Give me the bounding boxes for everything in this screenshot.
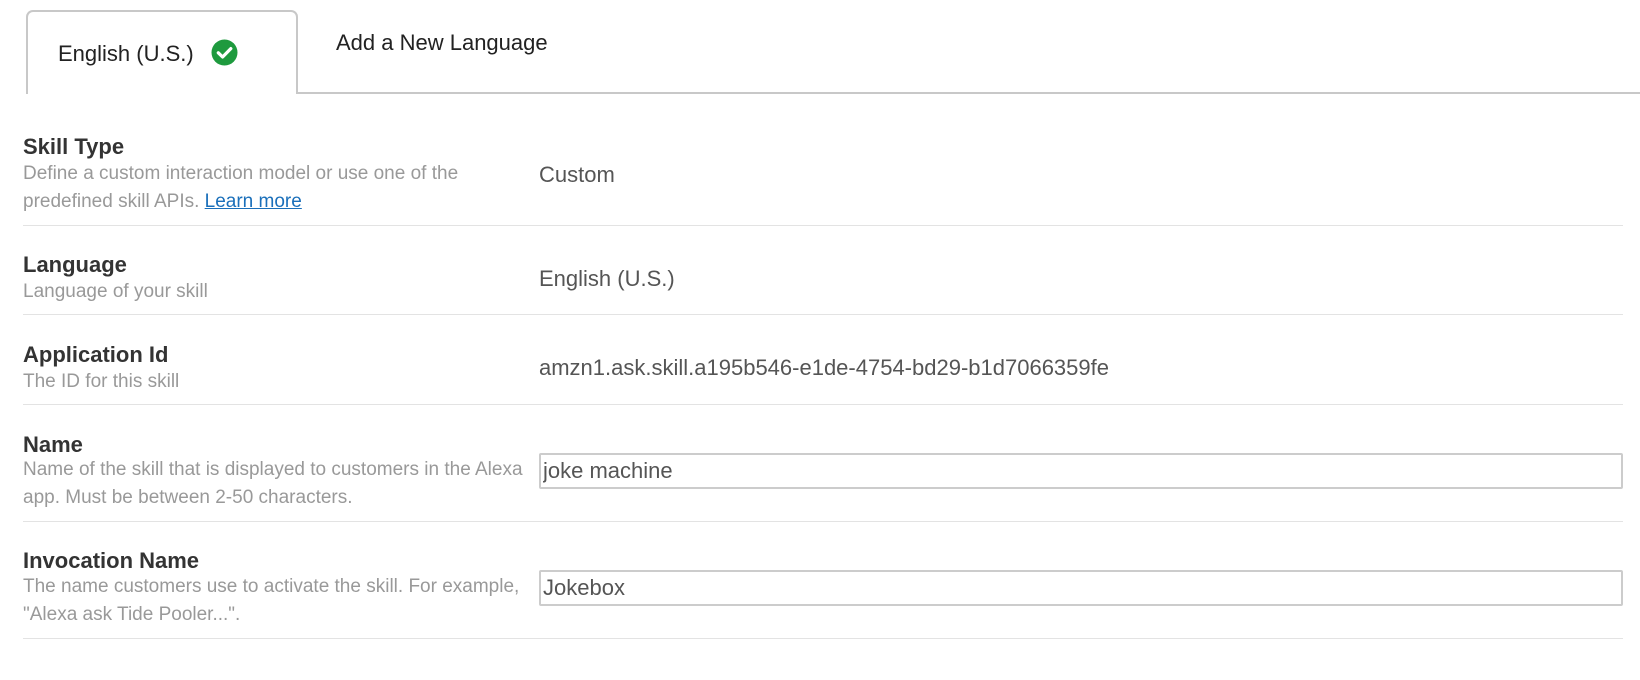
language-value: English (U.S.) — [539, 266, 675, 291]
skill-type-title: Skill Type — [23, 134, 125, 159]
name-input[interactable] — [539, 453, 1623, 489]
application-id-row: Application Id The ID for this skill amz… — [23, 315, 1623, 405]
application-id-title: Application Id — [23, 342, 169, 367]
tab-english-us[interactable]: English (U.S.) — [26, 10, 298, 94]
language-description: Language of your skill — [23, 281, 208, 302]
name-title: Name — [23, 432, 83, 457]
language-title: Language — [23, 252, 127, 277]
invocation-name-input[interactable] — [539, 570, 1623, 606]
language-row: Language Language of your skill English … — [23, 226, 1623, 315]
tab-english-us-label: English (U.S.) — [58, 41, 194, 66]
skill-type-description: Define a custom interaction model or use… — [23, 160, 543, 216]
invocation-name-description: The name customers use to activate the s… — [23, 576, 520, 625]
tab-add-new-language[interactable]: Add a New Language — [336, 30, 548, 56]
name-row: Name Name of the skill that is displayed… — [23, 405, 1623, 522]
skill-type-row: Skill Type Define a custom interaction m… — [23, 96, 1623, 226]
check-circle-icon — [211, 39, 238, 66]
skill-type-value: Custom — [539, 162, 615, 187]
learn-more-link[interactable]: Learn more — [205, 191, 302, 212]
name-description: Name of the skill that is displayed to c… — [23, 459, 523, 508]
invocation-name-title: Invocation Name — [23, 548, 200, 573]
application-id-description: The ID for this skill — [23, 371, 180, 392]
application-id-value: amzn1.ask.skill.a195b546-e1de-4754-bd29-… — [539, 355, 1109, 380]
language-tabs: English (U.S.) Add a New Language — [0, 0, 1640, 94]
invocation-name-row: Invocation Name The name customers use t… — [23, 522, 1623, 639]
